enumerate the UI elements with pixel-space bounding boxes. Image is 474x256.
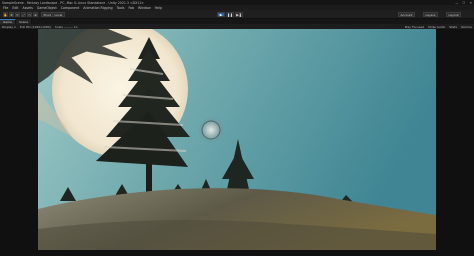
- local-dropdown[interactable]: Local: [52, 12, 65, 17]
- play-focused-dropdown[interactable]: Play Focused: [405, 25, 425, 29]
- layout-dropdown[interactable]: Layout: [446, 12, 462, 17]
- landscape-scene-icon: [38, 29, 436, 250]
- layout-label: Layout: [448, 12, 459, 17]
- pivot-label: Pivot: [43, 12, 51, 17]
- pause-icon: ❚❚: [227, 12, 233, 17]
- resolution-dropdown[interactable]: Full HD (1920x1080): [20, 25, 51, 29]
- transform-tool-icon[interactable]: ⊕: [33, 12, 38, 17]
- main-toolbar: ✋ ✥ ⟳ ⤢ ▭ ⊕ Pivot Local ▶ ❚❚ ▶❚ Account …: [0, 10, 474, 19]
- rotate-tool-icon[interactable]: ⟳: [15, 12, 20, 17]
- menu-animation-rigging[interactable]: Animation Rigging: [83, 6, 112, 10]
- account-label: Account: [400, 12, 413, 17]
- play-button[interactable]: ▶: [217, 12, 225, 17]
- play-controls: ▶ ❚❚ ▶❚: [217, 12, 243, 17]
- window-controls: — ☐ ✕: [455, 1, 472, 5]
- scale-slider[interactable]: Scale ——— 1x: [55, 25, 78, 29]
- menu-edit[interactable]: Edit: [12, 6, 18, 10]
- menu-window[interactable]: Window: [138, 6, 151, 10]
- play-icon: ▶: [219, 12, 223, 17]
- close-button[interactable]: ✕: [469, 1, 472, 5]
- menu-gameobject[interactable]: GameObject: [37, 6, 57, 10]
- move-tool-icon[interactable]: ✥: [9, 12, 14, 17]
- local-label: Local: [54, 12, 63, 17]
- minimize-button[interactable]: —: [455, 1, 458, 5]
- gizmos-dropdown[interactable]: Gizmos: [461, 25, 472, 29]
- maximize-button[interactable]: ☐: [462, 1, 465, 5]
- hand-tool-icon[interactable]: ✋: [3, 12, 8, 17]
- tab-scene-label: Scene: [18, 19, 29, 24]
- layers-label: Layers: [425, 12, 436, 17]
- menu-file[interactable]: File: [3, 6, 8, 10]
- menu-assets[interactable]: Assets: [23, 6, 33, 10]
- display-dropdown[interactable]: Display 1: [2, 25, 16, 29]
- pause-button[interactable]: ❚❚: [226, 12, 234, 17]
- rect-tool-icon[interactable]: ▭: [27, 12, 32, 17]
- step-button[interactable]: ▶❚: [235, 12, 243, 17]
- menu-help[interactable]: Help: [155, 6, 162, 10]
- scale-tool-icon[interactable]: ⤢: [21, 12, 26, 17]
- menu-component[interactable]: Component: [61, 6, 80, 10]
- mute-audio-toggle[interactable]: Mute Audio: [428, 25, 445, 29]
- step-icon: ▶❚: [236, 12, 242, 17]
- menu-fab[interactable]: Fab: [129, 6, 135, 10]
- stats-toggle[interactable]: Stats: [449, 25, 457, 29]
- account-dropdown[interactable]: Account: [398, 12, 416, 17]
- window-title: SampleScene - Fantasy Landscape - PC, Ma…: [2, 0, 144, 5]
- layers-dropdown[interactable]: Layers: [423, 12, 438, 17]
- menu-tools[interactable]: Tools: [117, 6, 125, 10]
- game-viewport[interactable]: [38, 29, 436, 250]
